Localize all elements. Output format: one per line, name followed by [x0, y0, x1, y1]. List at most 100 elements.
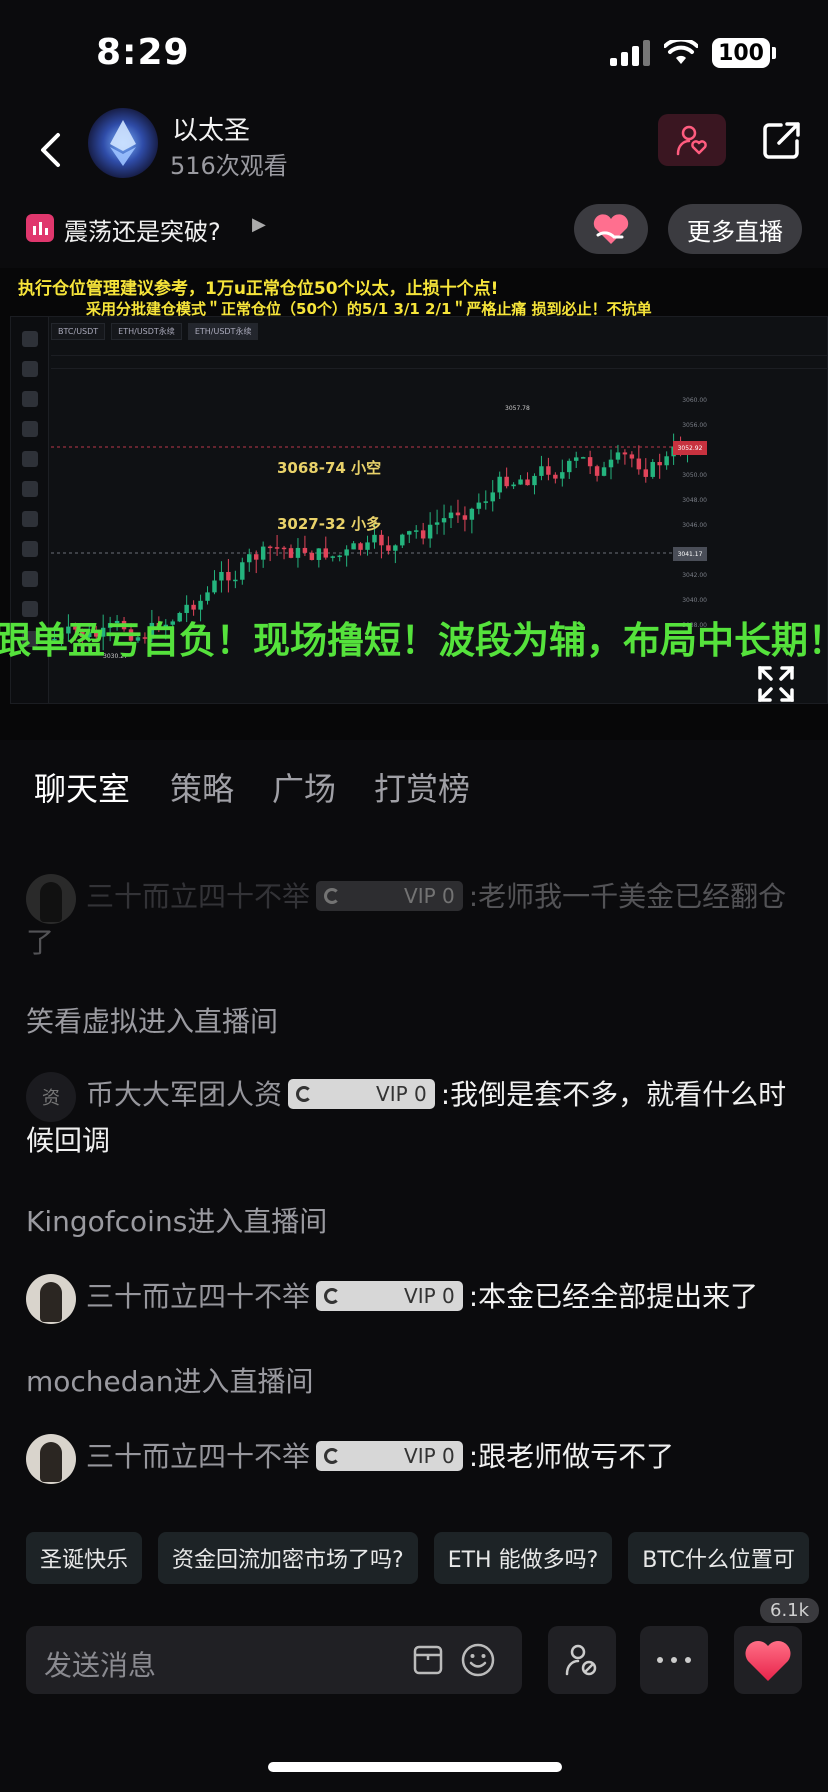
- candle-body: [365, 542, 370, 550]
- candle-body: [323, 548, 329, 558]
- channel-avatar[interactable]: [88, 108, 158, 178]
- vip-badge: VIP 0: [316, 881, 463, 911]
- chat-username[interactable]: 三十而立四十不举: [86, 880, 310, 913]
- candle-body: [344, 549, 349, 556]
- candle-body: [560, 472, 565, 479]
- wifi-icon: [664, 40, 699, 64]
- candle-body: [191, 604, 196, 610]
- candle-body: [407, 531, 412, 535]
- share-button[interactable]: [758, 116, 806, 164]
- short-zone-label: 3068-74 小空: [277, 459, 382, 477]
- chat-message: 三十而立四十不举 VIP 0:跟老师做亏不了: [26, 1434, 806, 1484]
- candle-body: [615, 452, 621, 460]
- vip-ring-icon: [324, 1448, 341, 1464]
- candle-body: [518, 479, 523, 485]
- candle-body: [413, 530, 419, 532]
- battery-level: 100: [712, 38, 770, 68]
- chat-username[interactable]: 三十而立四十不举: [86, 1440, 310, 1473]
- tab-chatroom[interactable]: 聊天室: [34, 764, 130, 810]
- avatar[interactable]: [26, 1274, 76, 1324]
- card-icon[interactable]: [412, 1644, 444, 1676]
- more-options-button[interactable]: [640, 1626, 708, 1694]
- topic-row: 震荡还是突破? ▶ 更多直播: [0, 200, 828, 260]
- candle-body: [462, 515, 468, 520]
- user-settings-button[interactable]: [548, 1626, 616, 1694]
- room-tabs: 聊天室 策略 广场 打赏榜: [0, 752, 828, 824]
- battery-icon: 100: [712, 38, 776, 68]
- candle-body: [490, 492, 495, 502]
- candle-body: [567, 460, 572, 473]
- chat-message: 三十而立四十不举 VIP 0:本金已经全部提出来了: [26, 1274, 806, 1324]
- candle-body: [469, 508, 475, 520]
- chevron-left-icon: [41, 133, 60, 167]
- message-placeholder: 发送消息: [44, 1649, 157, 1682]
- gift-heart-button[interactable]: [574, 204, 648, 254]
- chat-username[interactable]: 三十而立四十不举: [86, 1280, 310, 1313]
- candle-body: [601, 467, 607, 476]
- candle-body: [253, 554, 259, 560]
- like-button[interactable]: [734, 1626, 802, 1694]
- candle-body: [622, 452, 628, 455]
- emoji-icon[interactable]: [460, 1642, 496, 1678]
- user-heart-icon: [676, 125, 707, 156]
- avatar[interactable]: [26, 1434, 76, 1484]
- vip-badge: VIP 0: [316, 1281, 463, 1311]
- candle-body: [511, 484, 516, 487]
- candle-body: [302, 547, 308, 553]
- candle-body: [420, 530, 426, 539]
- live-video[interactable]: 执行仓位管理建议参考，1万u正常仓位50个以太，止损十个点! 采用分批建仓模式＂…: [0, 268, 828, 740]
- candle-body: [650, 462, 655, 477]
- vip-ring-icon: [324, 888, 341, 904]
- pair-tab: BTC/USDT: [51, 323, 106, 340]
- line-price-tag: 3041.17: [673, 547, 707, 561]
- candle-body: [427, 524, 433, 539]
- chat-username[interactable]: 币大大军团人资: [86, 1078, 282, 1111]
- message-input[interactable]: 发送消息: [26, 1626, 522, 1694]
- candle-body: [580, 457, 586, 459]
- system-message: 笑看虚拟进入直播间: [26, 1005, 279, 1038]
- candle-body: [657, 462, 662, 466]
- candle-body: [636, 458, 642, 470]
- quick-reply-chip[interactable]: BTC什么位置可: [628, 1532, 809, 1584]
- candle-body: [643, 469, 649, 477]
- peak-price-label: 3057.78: [505, 405, 530, 412]
- back-button[interactable]: [30, 120, 70, 180]
- candle-body: [226, 571, 231, 581]
- share-icon: [763, 122, 800, 159]
- chat-message: 资 币大大军团人资 VIP 0:我倒是套不多，就看什么时候回调: [26, 1072, 806, 1164]
- fullscreen-button[interactable]: [756, 664, 796, 704]
- tab-plaza[interactable]: 广场: [272, 764, 336, 810]
- candle-body: [441, 518, 447, 523]
- play-triangle-icon[interactable]: ▶: [252, 214, 266, 235]
- quick-reply-chip[interactable]: ETH 能做多吗?: [433, 1532, 613, 1584]
- candle-body: [532, 475, 537, 486]
- more-live-button[interactable]: 更多直播: [668, 204, 802, 254]
- candle-body: [267, 546, 273, 549]
- candle-body: [546, 466, 551, 475]
- bottom-bar: 发送消息 6.1k: [0, 1598, 828, 1700]
- ellipsis-icon: [657, 1657, 691, 1663]
- quick-reply-chip[interactable]: 资金回流加密市场了吗?: [158, 1532, 418, 1584]
- heart-icon: [745, 1641, 791, 1681]
- topic-title[interactable]: 震荡还是突破?: [64, 212, 221, 247]
- candle-body: [587, 457, 593, 467]
- candle-body: [330, 556, 335, 558]
- candle-body: [379, 534, 384, 546]
- follow-button[interactable]: [658, 114, 726, 166]
- tab-strategy[interactable]: 策略: [170, 764, 234, 810]
- quick-reply-chip[interactable]: 圣诞快乐: [26, 1532, 143, 1584]
- candle-body: [608, 459, 614, 468]
- tab-reward-ranking[interactable]: 打赏榜: [374, 764, 470, 810]
- candle-body: [372, 534, 377, 543]
- chat-message: 三十而立四十不举 VIP 0:老师我一千美金已经翻仓了: [26, 874, 806, 966]
- avatar[interactable]: 资: [26, 1072, 76, 1122]
- candle-body: [664, 456, 669, 466]
- status-icons: 100: [610, 38, 776, 68]
- vip-ring-icon: [296, 1086, 313, 1102]
- candle-body: [288, 548, 294, 558]
- cellular-signal-icon: [610, 40, 651, 66]
- long-zone-label: 3027-32 小多: [277, 515, 382, 533]
- candle-body: [553, 474, 558, 479]
- candle-body: [525, 479, 530, 486]
- candle-body: [400, 534, 405, 546]
